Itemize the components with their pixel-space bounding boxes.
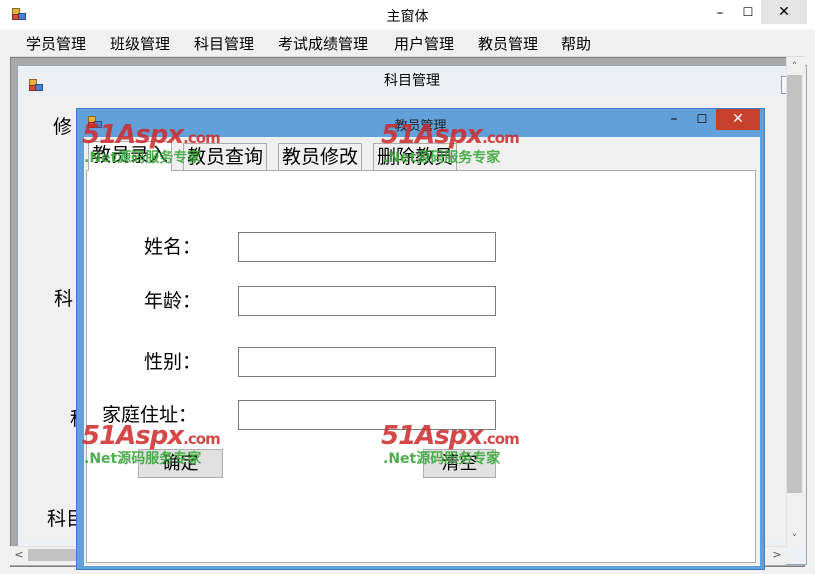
- confirm-button[interactable]: 确定: [138, 449, 223, 478]
- scroll-up-arrow-icon[interactable]: ˄: [787, 60, 802, 74]
- menu-student-management[interactable]: 学员管理: [26, 33, 86, 54]
- tab-teacher-modify[interactable]: 教员修改: [278, 143, 363, 170]
- menu-exam-score-management[interactable]: 考试成绩管理: [278, 33, 368, 54]
- gender-label: 性别：: [144, 351, 202, 373]
- menu-class-management[interactable]: 班级管理: [110, 33, 170, 54]
- teacher-maximize-button[interactable]: ☐: [688, 110, 716, 130]
- subject-window-title: 科目管理: [384, 73, 440, 89]
- age-input[interactable]: [238, 286, 496, 316]
- main-window-title: 主窗体: [386, 9, 429, 25]
- name-label: 姓名：: [144, 236, 202, 258]
- clear-button[interactable]: 清空: [423, 449, 496, 478]
- menu-teacher-management[interactable]: 教员管理: [478, 33, 538, 54]
- address-input[interactable]: [238, 400, 496, 430]
- tab-teacher-entry[interactable]: 教员录入: [88, 141, 173, 171]
- name-input[interactable]: [238, 232, 496, 262]
- gender-input[interactable]: [238, 347, 496, 377]
- main-maximize-button[interactable]: ☐: [735, 0, 761, 24]
- menu-subject-management[interactable]: 科目管理: [194, 33, 254, 54]
- main-minimize-button[interactable]: –: [705, 1, 735, 25]
- tab-teacher-query[interactable]: 教员查询: [183, 143, 268, 170]
- menu-bar: 学员管理 班级管理 科目管理 考试成绩管理 用户管理 教员管理 帮助: [10, 30, 805, 57]
- vertical-scroll-thumb[interactable]: [787, 75, 802, 493]
- tab-delete-teacher[interactable]: 删除教员: [373, 143, 458, 170]
- scroll-right-arrow-icon[interactable]: >: [770, 548, 784, 562]
- menu-help[interactable]: 帮助: [561, 33, 591, 54]
- subject-label-subject: 科: [54, 288, 74, 310]
- age-label: 年龄：: [144, 290, 202, 312]
- address-label: 家庭住址：: [102, 404, 198, 426]
- subject-label-modify: 修: [53, 116, 73, 138]
- scroll-down-arrow-icon[interactable]: ˅: [787, 532, 802, 546]
- teacher-close-button[interactable]: ✕: [716, 109, 760, 130]
- teacher-minimize-button[interactable]: –: [660, 110, 688, 130]
- menu-user-management[interactable]: 用户管理: [394, 33, 454, 54]
- scroll-left-arrow-icon[interactable]: <: [12, 548, 26, 562]
- main-close-button[interactable]: ✕: [761, 0, 807, 24]
